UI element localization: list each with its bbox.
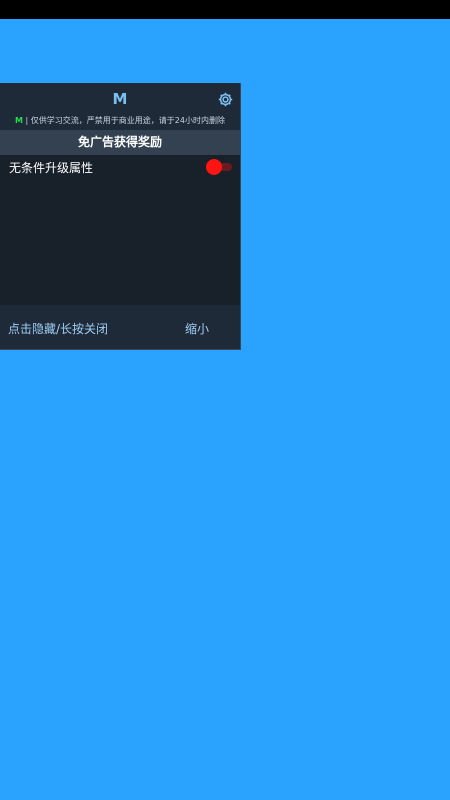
disclaimer: M | 仅供学习交流，严禁用于商业用途，请于24小时内删除 <box>0 115 240 126</box>
gear-icon[interactable] <box>217 91 234 108</box>
section-title: 免广告获得奖励 <box>0 130 240 155</box>
mod-menu-panel: M M | 仅供学习交流，严禁用于商业用途，请于24小时内删除 免广告获得奖励 … <box>0 83 241 350</box>
disclaimer-brand: M <box>15 116 23 125</box>
hide-close-button[interactable]: 点击隐藏/长按关闭 <box>8 320 108 337</box>
disclaimer-text: 仅供学习交流，严禁用于商业用途，请于24小时内删除 <box>30 116 225 125</box>
status-bar <box>0 0 450 19</box>
disclaimer-separator: | <box>23 116 31 125</box>
toggle-thumb <box>206 159 222 175</box>
option-row-upgrade[interactable]: 无条件升级属性 <box>0 157 240 179</box>
panel-footer: 点击隐藏/长按关闭 缩小 <box>0 305 240 349</box>
option-label: 无条件升级属性 <box>9 161 94 175</box>
upgrade-toggle[interactable] <box>206 159 232 175</box>
minimize-button[interactable]: 缩小 <box>185 320 209 337</box>
panel-title: M <box>112 90 128 108</box>
panel-header: M M | 仅供学习交流，严禁用于商业用途，请于24小时内删除 <box>0 83 240 130</box>
